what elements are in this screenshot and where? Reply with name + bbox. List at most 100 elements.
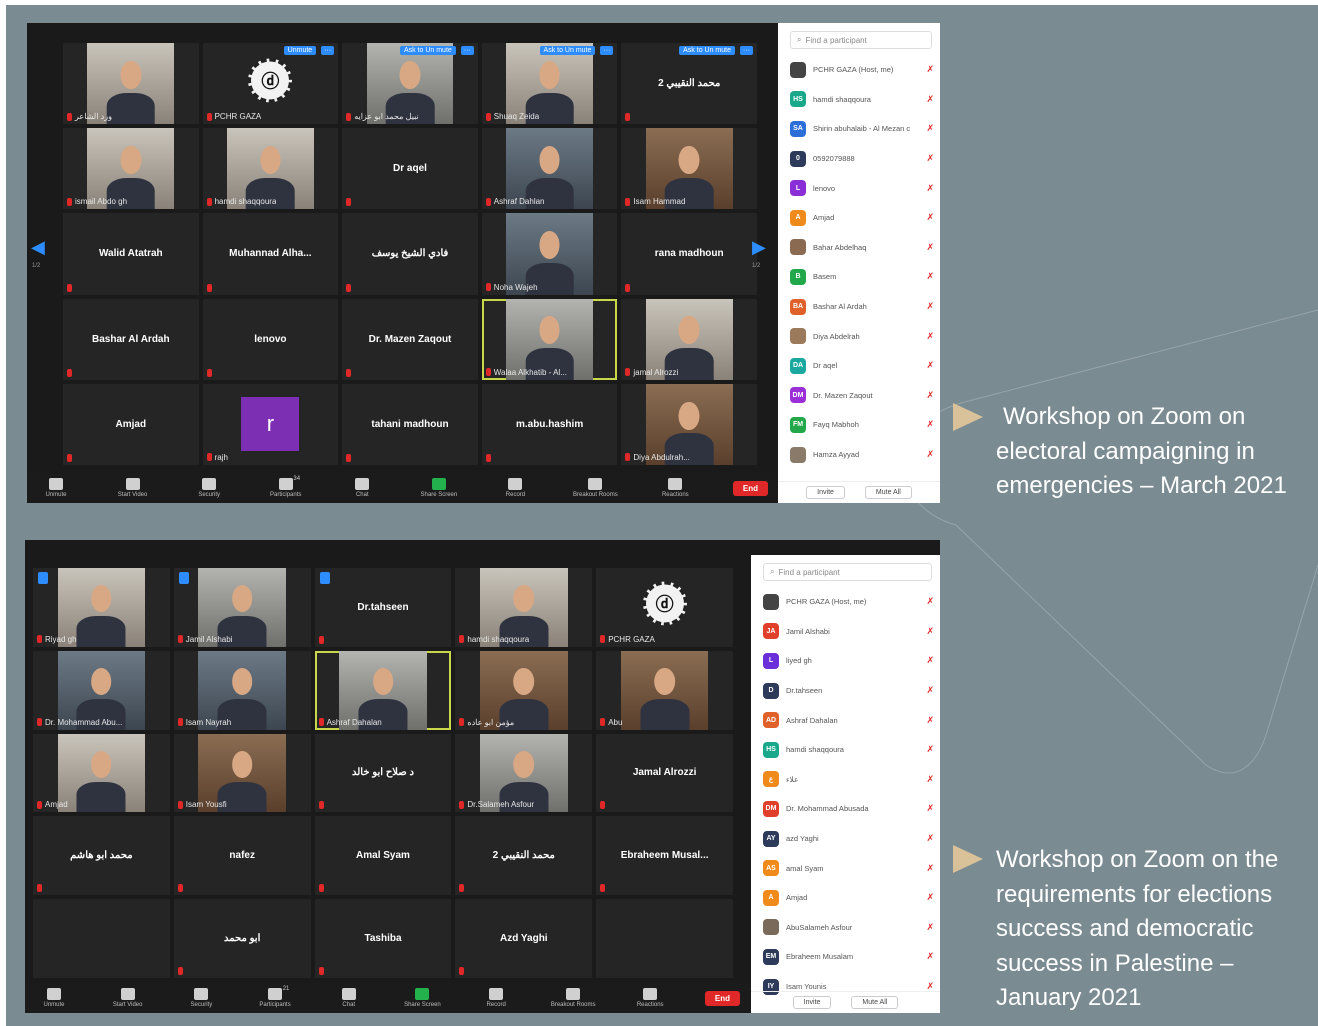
participant-row[interactable]: AbuSalameh Asfour ✗ xyxy=(751,913,940,943)
participant-tile[interactable]: Ashraf Dahlan xyxy=(481,128,618,210)
participant-tile[interactable]: Isam Yousfi xyxy=(173,733,311,813)
muted-mic-icon[interactable]: ✗ xyxy=(926,744,934,755)
participant-tile[interactable]: مؤمن ابو عاده xyxy=(455,650,593,730)
participant-row[interactable]: Diya Abdelrah ✗ xyxy=(778,321,940,351)
participant-row[interactable]: B Basem ✗ xyxy=(778,262,940,292)
muted-mic-icon[interactable]: ✗ xyxy=(926,626,934,637)
participant-row[interactable]: DM Dr. Mazen Zaqout ✗ xyxy=(778,381,940,411)
participant-row[interactable]: PCHR GAZA (Host, me) ✗ xyxy=(778,55,940,85)
muted-mic-icon[interactable]: ✗ xyxy=(926,212,934,223)
participant-tile[interactable]: rana madhoun xyxy=(621,213,757,295)
participant-tile[interactable]: Dr. Mazen Zaqout xyxy=(342,298,478,380)
breakout-rooms-button[interactable]: Breakout Rooms xyxy=(573,478,618,498)
muted-mic-icon[interactable]: ✗ xyxy=(926,331,934,342)
participant-tile[interactable]: Tashiba xyxy=(314,899,452,978)
ask-to-unmute-button[interactable]: Unmute xyxy=(283,46,317,55)
participant-row[interactable]: Llenovo ✗ xyxy=(778,173,940,203)
muted-mic-icon[interactable]: ✗ xyxy=(926,892,934,903)
participant-tile[interactable]: Bashar Al Ardah xyxy=(63,298,199,380)
share-screen-button[interactable]: Share Screen xyxy=(403,988,441,1008)
participant-tile[interactable] xyxy=(33,899,170,978)
participant-row[interactable]: DM Dr. Mohammad Abusada ✗ xyxy=(751,794,940,824)
participant-row[interactable]: AD Ashraf Dahalan ✗ xyxy=(751,705,940,735)
muted-mic-icon[interactable]: ✗ xyxy=(926,596,934,607)
participants-button[interactable]: 34 Participants xyxy=(267,476,305,498)
muted-mic-icon[interactable]: ✗ xyxy=(926,803,934,814)
participant-row[interactable]: 0 0592079888 ✗ xyxy=(778,144,940,174)
invite-button[interactable]: Invite xyxy=(806,486,845,499)
muted-mic-icon[interactable]: ✗ xyxy=(926,183,934,194)
participant-tile[interactable]: Jamal Alrozzi xyxy=(596,733,733,813)
participant-tile[interactable]: Amjad xyxy=(63,383,199,465)
breakout-rooms-button[interactable]: Breakout Rooms xyxy=(551,988,596,1008)
participant-tile[interactable]: Jamil Alshabi xyxy=(173,568,311,647)
participant-tile[interactable]: Isam Hammad xyxy=(621,128,757,210)
muted-mic-icon[interactable]: ✗ xyxy=(926,153,934,164)
security-button[interactable]: Security xyxy=(190,478,228,498)
invite-button[interactable]: Invite xyxy=(792,996,832,1009)
participant-tile[interactable]: أبو محمد xyxy=(173,899,311,978)
participant-tile[interactable]: محمد النقيبي 2 xyxy=(455,816,593,896)
end-meeting-button[interactable]: End xyxy=(732,480,768,496)
participant-tile[interactable]: Azd Yaghi xyxy=(455,899,593,978)
participant-row[interactable]: AY azd Yaghi ✗ xyxy=(751,824,940,854)
participant-tile[interactable]: محمد النقيبي 2 Ask to Un mute ··· xyxy=(621,43,757,125)
muted-mic-icon[interactable]: ✗ xyxy=(926,360,934,371)
participant-row[interactable]: A Amjad ✗ xyxy=(778,203,940,233)
reactions-button[interactable]: Reactions xyxy=(631,988,669,1008)
participant-search-input[interactable]: ⌕ Find a participant xyxy=(763,563,932,581)
participant-row[interactable]: ع علاء ✗ xyxy=(751,765,940,795)
muted-mic-icon[interactable]: ✗ xyxy=(926,715,934,726)
share-screen-button[interactable]: Share Screen xyxy=(420,478,458,498)
participant-tile[interactable]: Riyad gh xyxy=(33,568,170,647)
participant-tile[interactable]: Dr.Salameh Asfour xyxy=(455,733,593,813)
participant-tile[interactable]: Muhannad Alha... xyxy=(202,213,339,295)
participant-tile[interactable]: محمد ابو هاشم xyxy=(33,816,170,896)
ask-to-unmute-button[interactable]: Ask to Un mute xyxy=(399,46,456,55)
mute-all-button[interactable]: Mute All xyxy=(851,996,899,1009)
muted-mic-icon[interactable]: ✗ xyxy=(926,449,934,460)
muted-mic-icon[interactable]: ✗ xyxy=(926,271,934,282)
muted-mic-icon[interactable]: ✗ xyxy=(926,123,934,134)
ask-to-unmute-button[interactable]: Ask to Un mute xyxy=(679,46,735,55)
participant-tile[interactable]: tahani madhoun xyxy=(342,383,478,465)
participant-row[interactable]: DA Dr aqel ✗ xyxy=(778,351,940,381)
participant-row[interactable]: Lliyed gh ✗ xyxy=(751,646,940,676)
participant-search-input[interactable]: ⌕ Find a participant xyxy=(790,31,932,49)
participant-row[interactable]: HS hamdi shaqqoura ✗ xyxy=(751,735,940,765)
end-meeting-button[interactable]: End xyxy=(704,990,740,1006)
previous-page-arrow-icon[interactable]: ◀ xyxy=(31,237,45,258)
participant-tile[interactable]: Dr. Mohammad Abu... xyxy=(33,650,170,730)
unmute-button[interactable]: Unmute xyxy=(37,478,75,498)
participant-tile[interactable]: hamdi shaqqoura xyxy=(202,128,339,210)
participants-button[interactable]: 21 Participants xyxy=(256,986,294,1008)
muted-mic-icon[interactable]: ✗ xyxy=(926,685,934,696)
chat-button[interactable]: Chat xyxy=(330,988,368,1008)
participant-tile[interactable]: hamdi shaqqoura xyxy=(455,568,593,647)
participant-row[interactable]: SA Shirin abuhalaib - Al Mezan c ✗ xyxy=(778,114,940,144)
participant-row[interactable]: HS hamdi shaqqoura ✗ xyxy=(778,85,940,115)
participant-tile[interactable]: د صلاح ابو خالد xyxy=(314,733,452,813)
participant-tile[interactable]: ismail Abdo gh xyxy=(63,128,199,210)
start-video-button[interactable]: Start Video xyxy=(114,478,152,498)
participant-tile[interactable]: Dr aqel xyxy=(342,128,478,210)
participant-tile[interactable]: Dr.tahseen xyxy=(314,568,452,647)
muted-mic-icon[interactable]: ✗ xyxy=(926,655,934,666)
record-button[interactable]: Record xyxy=(477,988,515,1008)
muted-mic-icon[interactable]: ✗ xyxy=(926,951,934,962)
participant-tile[interactable]: ورد الشاعر xyxy=(63,43,199,125)
record-button[interactable]: Record xyxy=(496,478,534,498)
participant-row[interactable]: AS amal Syam ✗ xyxy=(751,853,940,883)
muted-mic-icon[interactable]: ✗ xyxy=(926,922,934,933)
participant-row[interactable]: A Amjad ✗ xyxy=(751,883,940,913)
muted-mic-icon[interactable]: ✗ xyxy=(926,94,934,105)
muted-mic-icon[interactable]: ✗ xyxy=(926,774,934,785)
more-options-button[interactable]: ··· xyxy=(460,46,474,55)
muted-mic-icon[interactable]: ✗ xyxy=(926,833,934,844)
participant-tile[interactable]: Ask to Un mute ··· نبيل محمد ابو عزايه xyxy=(342,43,478,125)
participant-row[interactable]: PCHR GAZA (Host, me) ✗ xyxy=(751,587,940,617)
participant-tile[interactable]: jamal Alrozzi xyxy=(621,298,757,380)
participant-tile[interactable]: Ask to Un mute ··· Shuaq Zeida xyxy=(481,43,618,125)
reactions-button[interactable]: Reactions xyxy=(656,478,694,498)
muted-mic-icon[interactable]: ✗ xyxy=(926,419,934,430)
